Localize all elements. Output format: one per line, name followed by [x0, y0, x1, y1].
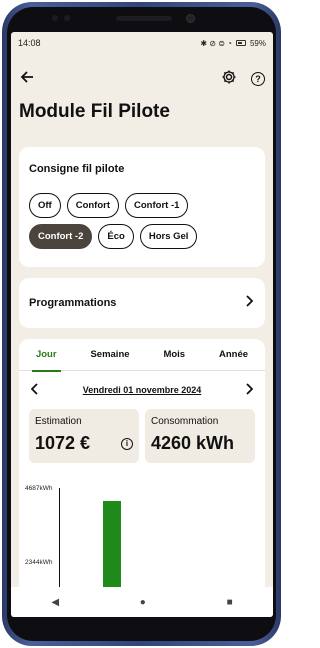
estimation-value: 1072 €: [35, 433, 91, 453]
programmations-label: Programmations: [29, 297, 117, 309]
estimation-box: Estimation 1072 € i: [29, 409, 139, 463]
screen: 14:08 ✱ ⊘ ⊜ ◔ 59% ? Module Fil Pilote Co…: [11, 32, 273, 617]
estimation-label: Estimation: [35, 416, 82, 427]
status-glyphs: ✱ ⊘ ⊜ ◔: [200, 38, 232, 48]
status-icons: ✱ ⊘ ⊜ ◔ 59%: [200, 39, 266, 48]
next-date-icon[interactable]: [245, 382, 254, 398]
consumption-chart: 4687kWh 2344kWh: [19, 481, 265, 617]
gear-icon[interactable]: [221, 69, 237, 90]
period-tabs: Jour Semaine Mois Année: [19, 339, 265, 372]
arrow-left-icon[interactable]: [19, 69, 35, 89]
chip-confort[interactable]: Confort: [66, 193, 120, 218]
consigne-options: Off Confort Confort -1 Confort -2 Éco Ho…: [29, 193, 255, 249]
chip-off[interactable]: Off: [29, 193, 61, 218]
date-navigator: Vendredi 01 novembre 2024: [19, 371, 265, 409]
programmations-row[interactable]: Programmations: [19, 278, 265, 328]
y-tick-label: 2344kWh: [25, 559, 53, 566]
status-bar: 14:08 ✱ ⊘ ⊜ ◔ 59%: [11, 32, 273, 54]
consommation-label: Consommation: [151, 416, 219, 427]
chip-hors-gel[interactable]: Hors Gel: [139, 224, 198, 249]
consigne-title: Consigne fil pilote: [29, 163, 125, 175]
page-title: Module Fil Pilote: [19, 101, 170, 122]
chip-eco[interactable]: Éco: [98, 224, 134, 249]
status-time: 14:08: [18, 38, 41, 48]
app-bar: ?: [11, 54, 273, 104]
battery-level: 59%: [249, 38, 266, 48]
android-nav-bar: ◀ ● ■: [11, 587, 273, 617]
consommation-value: 4260 kWh: [151, 433, 235, 453]
nav-back-icon[interactable]: ◀: [51, 597, 59, 608]
help-icon[interactable]: ?: [251, 72, 265, 86]
summary-boxes: Estimation 1072 € i Consommation 4260 kW…: [19, 409, 265, 463]
date-label[interactable]: Vendredi 01 novembre 2024: [83, 385, 202, 395]
tab-jour[interactable]: Jour: [32, 339, 61, 372]
tab-annee[interactable]: Année: [219, 339, 248, 371]
tab-mois[interactable]: Mois: [163, 339, 185, 371]
proximity-sensor: [52, 15, 58, 21]
earpiece-speaker: [116, 16, 172, 21]
battery-icon: [235, 40, 246, 46]
nav-home-icon[interactable]: ●: [140, 597, 146, 608]
light-sensor: [64, 15, 70, 21]
info-icon[interactable]: i: [121, 437, 133, 450]
consumption-card: Jour Semaine Mois Année Vendredi 01 nove…: [19, 339, 265, 617]
consigne-card: Consigne fil pilote Off Confort Confort …: [19, 147, 265, 267]
chip-confort-1[interactable]: Confort -1: [125, 193, 189, 218]
previous-date-icon[interactable]: [30, 382, 39, 398]
consommation-box: Consommation 4260 kWh: [145, 409, 255, 463]
front-camera: [186, 14, 195, 23]
nav-recents-icon[interactable]: ■: [227, 597, 233, 608]
chip-confort-2[interactable]: Confort -2: [29, 224, 93, 249]
tab-semaine[interactable]: Semaine: [90, 339, 129, 371]
chevron-right-icon: [245, 294, 255, 312]
y-tick-label: 4687kWh: [25, 485, 53, 492]
